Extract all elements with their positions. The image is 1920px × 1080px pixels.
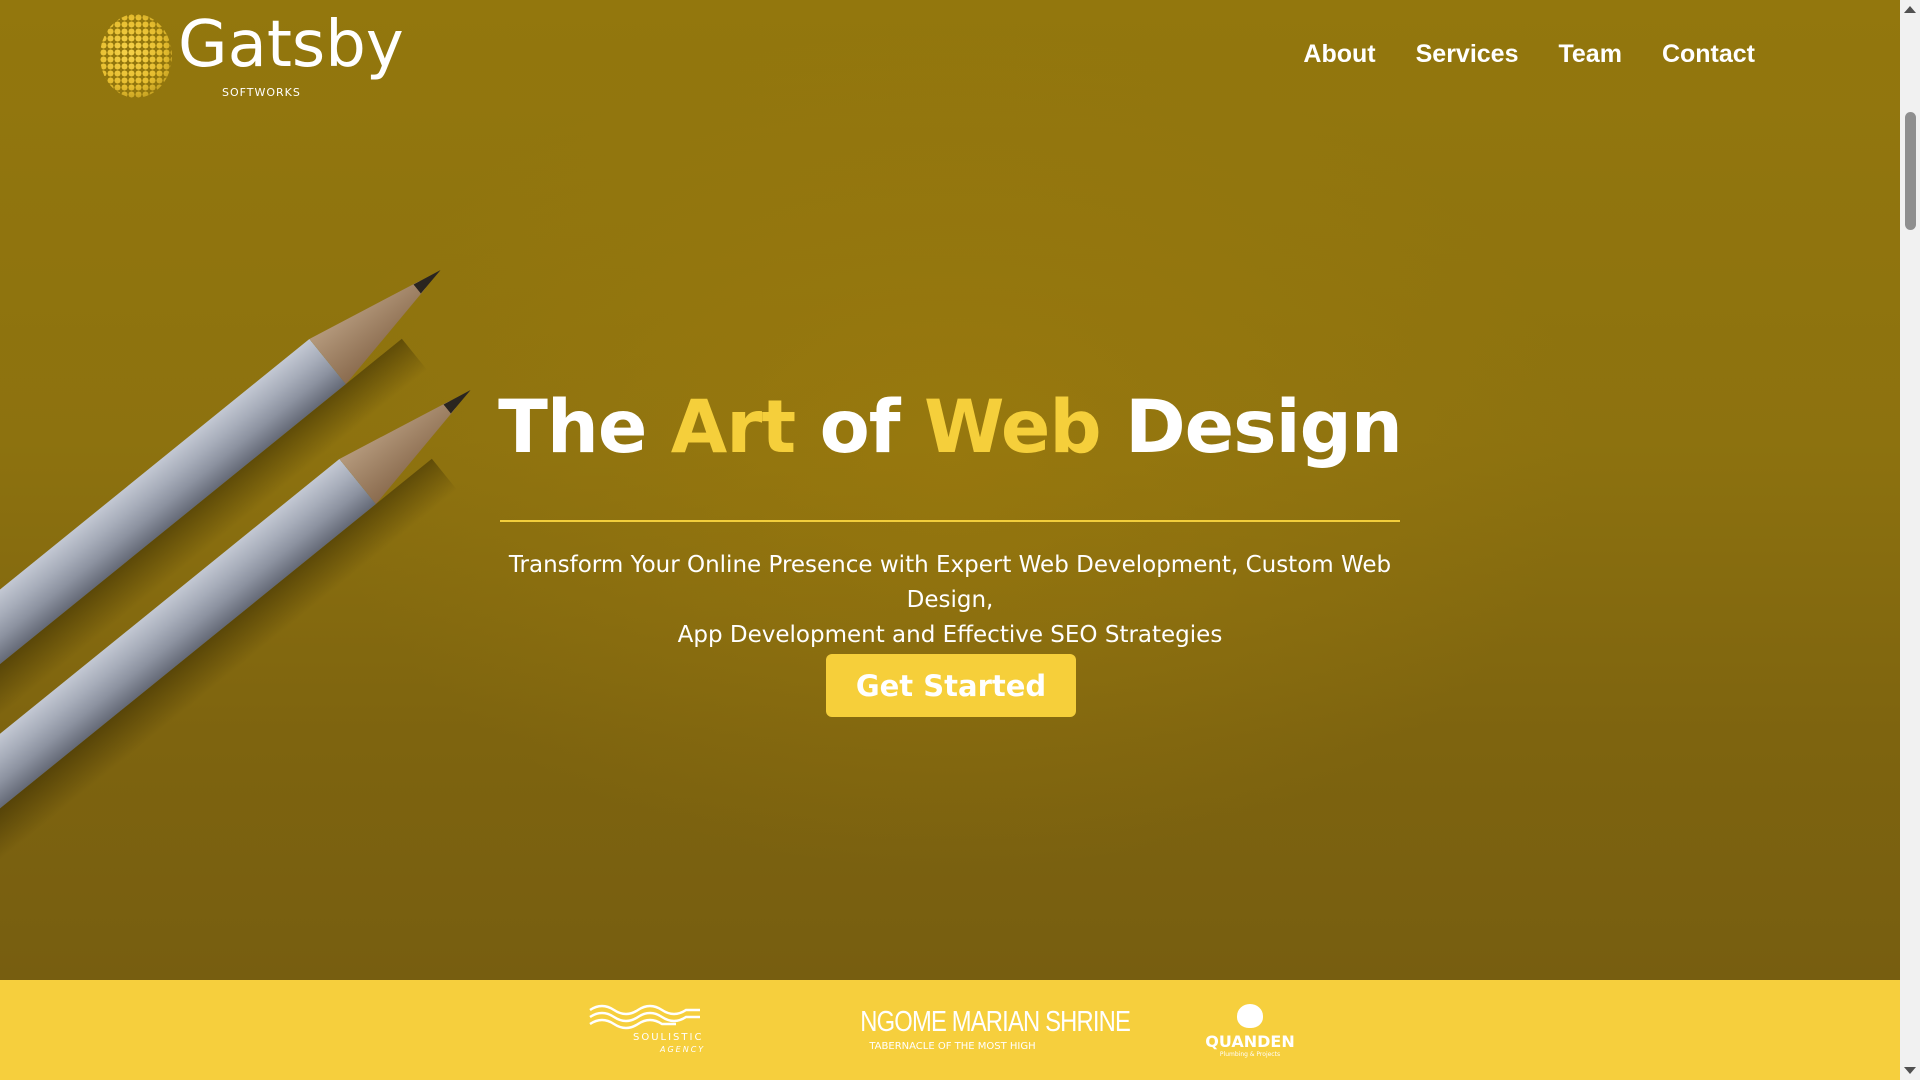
hero-subtitle-line: Transform Your Online Presence with Expe… xyxy=(508,552,1392,613)
client-name: SOULISTIC xyxy=(633,1032,704,1043)
client-logo-ngome: NGOME MARIAN SHRINE TABERNACLE OF THE MO… xyxy=(840,1006,1131,1052)
nav-team[interactable]: Team xyxy=(1538,40,1641,69)
hero-title-highlight: Art xyxy=(670,385,796,470)
scroll-up-icon[interactable] xyxy=(1904,6,1916,13)
logo-wordmark: Gatsby xyxy=(178,8,404,82)
hero-subtitle: Transform Your Online Presence with Expe… xyxy=(480,548,1420,653)
logo-tagline: SOFTWORKS xyxy=(222,86,301,99)
get-started-button[interactable]: Get Started xyxy=(826,654,1076,717)
nav-about[interactable]: About xyxy=(1283,40,1395,69)
site-logo[interactable]: Gatsby SOFTWORKS xyxy=(100,8,410,102)
client-sub: TABERNACLE OF THE MOST HIGH xyxy=(869,1041,1036,1052)
client-sub: AGENCY xyxy=(660,1045,706,1054)
client-logo-quanden: QUANDEN Plumbing & Projects xyxy=(1200,1004,1300,1058)
hero-divider xyxy=(500,520,1400,522)
hero-section: Gatsby SOFTWORKS About Services Team Con… xyxy=(0,0,1900,980)
nav-services[interactable]: Services xyxy=(1396,40,1539,69)
scroll-down-icon[interactable] xyxy=(1904,1067,1916,1074)
quanden-mascot-icon xyxy=(1237,1004,1263,1028)
hero-title-word: Design xyxy=(1125,385,1403,470)
client-sub: Plumbing & Projects xyxy=(1219,1051,1281,1058)
nav-contact[interactable]: Contact xyxy=(1642,40,1775,69)
logo-sphere-icon xyxy=(100,14,172,98)
hero-title-word: of xyxy=(819,385,901,470)
scroll-thumb[interactable] xyxy=(1905,112,1916,230)
hero-title-highlight: Web xyxy=(923,385,1102,470)
page-scrollbar[interactable] xyxy=(1900,0,1920,1080)
hero-title: The Art of Web Design xyxy=(0,385,1900,470)
client-name: NGOME MARIAN SHRINE xyxy=(860,1006,1131,1038)
soulistic-wave-icon xyxy=(589,1004,700,1030)
main-nav: About Services Team Contact xyxy=(1283,40,1775,69)
client-name: QUANDEN xyxy=(1205,1032,1295,1051)
hero-subtitle-line: App Development and Effective SEO Strate… xyxy=(677,622,1223,648)
client-logo-soulistic: SOULISTIC AGENCY xyxy=(588,1002,708,1054)
hero-title-word: The xyxy=(498,385,647,470)
